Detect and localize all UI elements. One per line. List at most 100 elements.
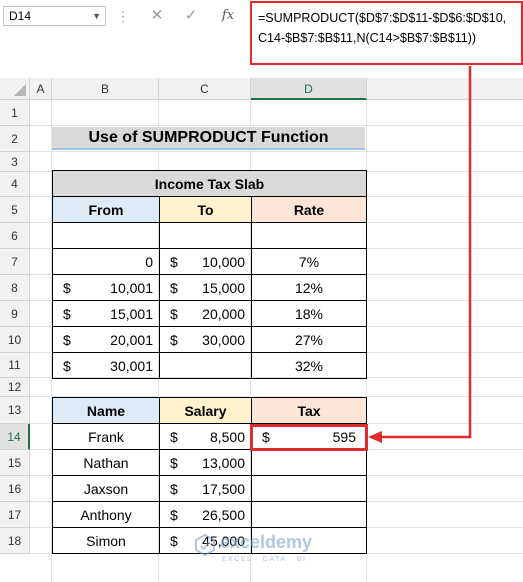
currency-symbol: $ — [170, 279, 178, 296]
slab-to-cell[interactable]: $30,000 — [159, 326, 252, 353]
row-header-12[interactable]: 12 — [0, 378, 30, 397]
header-from: From — [52, 196, 160, 223]
slab-from-cell[interactable]: $15,001 — [52, 300, 160, 327]
watermark-icon — [195, 534, 215, 556]
slab-to-cell[interactable] — [159, 352, 252, 379]
cancel-icon[interactable]: ✕ — [148, 6, 166, 26]
column-header-a[interactable]: A — [30, 78, 52, 100]
employee-name-cell[interactable]: Anthony — [52, 501, 160, 528]
row-header-10[interactable]: 10 — [0, 327, 30, 353]
currency-symbol: $ — [170, 428, 178, 445]
row-header-13[interactable]: 13 — [0, 397, 30, 424]
salary-value: 26,500 — [202, 506, 245, 523]
salary-cell[interactable]: $8,500 — [159, 423, 252, 450]
row-header-5[interactable]: 5 — [0, 197, 30, 223]
row-header-4[interactable]: 4 — [0, 172, 30, 197]
slab-from-value: 10,001 — [110, 279, 153, 296]
slab-from-cell[interactable]: 0 — [52, 248, 160, 275]
select-all-icon[interactable] — [0, 78, 30, 100]
selected-cell-d14[interactable] — [250, 424, 368, 451]
slab-rate-cell[interactable]: 27% — [251, 326, 367, 353]
slab-to-value: 15,000 — [202, 279, 245, 296]
slab-from-cell[interactable]: $20,001 — [52, 326, 160, 353]
row-header-6[interactable]: 6 — [0, 223, 30, 249]
slab-to-cell[interactable]: $10,000 — [159, 248, 252, 275]
currency-symbol: $ — [63, 305, 71, 322]
row-header-14[interactable]: 14 — [0, 424, 30, 450]
tax-cell[interactable] — [251, 449, 367, 476]
salary-value: 17,500 — [202, 480, 245, 497]
employee-name-cell[interactable]: Frank — [52, 423, 160, 450]
enter-icon[interactable]: ✓ — [182, 6, 200, 26]
slab-from-value: 20,001 — [110, 331, 153, 348]
salary-cell[interactable]: $26,500 — [159, 501, 252, 528]
currency-symbol: $ — [170, 305, 178, 322]
slab-to-value: 30,000 — [202, 331, 245, 348]
currency-symbol: $ — [170, 331, 178, 348]
row-header-16[interactable]: 16 — [0, 476, 30, 502]
drag-handle-icon[interactable]: ⋮ — [116, 6, 130, 26]
name-box-value: D14 — [9, 9, 32, 23]
slab-to-value: 10,000 — [202, 253, 245, 270]
row-header-1[interactable]: 1 — [0, 100, 30, 126]
column-header-b[interactable]: B — [52, 78, 159, 100]
row-header-11[interactable]: 11 — [0, 353, 30, 378]
tax-cell[interactable] — [251, 501, 367, 528]
slab-rate-cell[interactable] — [251, 222, 367, 249]
page-title: Use of SUMPRODUCT Function — [52, 127, 365, 150]
slab-rate-cell[interactable]: 7% — [251, 248, 367, 275]
gridline-row — [30, 151, 523, 152]
watermark-tagline: EXCEL · DATA · BI — [222, 556, 307, 563]
salary-cell[interactable]: $17,500 — [159, 475, 252, 502]
employee-name-cell[interactable]: Jaxson — [52, 475, 160, 502]
formula-line-2: C14-$B$7:$B$11,N(C14>$B$7:$B$11)) — [258, 31, 477, 45]
header-name: Name — [52, 397, 160, 424]
currency-symbol: $ — [170, 532, 178, 549]
slab-to-cell[interactable]: $15,000 — [159, 274, 252, 301]
row-header-15[interactable]: 15 — [0, 450, 30, 476]
currency-symbol: $ — [170, 480, 178, 497]
currency-symbol: $ — [63, 279, 71, 296]
salary-cell[interactable]: $13,000 — [159, 449, 252, 476]
column-header-d[interactable]: D — [251, 78, 367, 100]
function-icon[interactable]: fx — [216, 6, 240, 26]
slab-rate-cell[interactable]: 18% — [251, 300, 367, 327]
row-header-7[interactable]: 7 — [0, 249, 30, 275]
header-salary: Salary — [159, 397, 252, 424]
slab-to-cell[interactable]: $20,000 — [159, 300, 252, 327]
header-rate: Rate — [251, 196, 367, 223]
salary-value: 13,000 — [202, 454, 245, 471]
row-header-18[interactable]: 18 — [0, 528, 30, 554]
slab-from-value: 0 — [145, 253, 153, 270]
slab-from-value: 30,001 — [110, 357, 153, 374]
slab-from-cell[interactable]: $30,001 — [52, 352, 160, 379]
employee-name-cell[interactable]: Nathan — [52, 449, 160, 476]
currency-symbol: $ — [170, 506, 178, 523]
row-header-9[interactable]: 9 — [0, 301, 30, 327]
slab-from-cell[interactable] — [52, 222, 160, 249]
dropdown-arrow-icon[interactable]: ▼ — [92, 7, 101, 25]
slab-from-cell[interactable]: $10,001 — [52, 274, 160, 301]
row-header-3[interactable]: 3 — [0, 152, 30, 172]
employee-name-cell[interactable]: Simon — [52, 527, 160, 554]
slab-rate-cell[interactable]: 32% — [251, 352, 367, 379]
currency-symbol: $ — [63, 331, 71, 348]
watermark-name: exceldemy — [220, 532, 313, 552]
gridline-row — [30, 125, 523, 126]
name-box[interactable]: D14 ▼ — [3, 6, 106, 26]
formula-input[interactable]: =SUMPRODUCT($D$7:$D$11-$D$6:$D$10, C14-$… — [250, 1, 523, 65]
row-header-2[interactable]: 2 — [0, 126, 30, 152]
tax-cell[interactable] — [251, 475, 367, 502]
slab-rate-cell[interactable]: 12% — [251, 274, 367, 301]
slab-to-value: 20,000 — [202, 305, 245, 322]
row-header-17[interactable]: 17 — [0, 502, 30, 528]
row-header-8[interactable]: 8 — [0, 275, 30, 301]
currency-symbol: $ — [63, 357, 71, 374]
header-tax: Tax — [251, 397, 367, 424]
formula-line-1: =SUMPRODUCT($D$7:$D$11-$D$6:$D$10, — [258, 11, 507, 25]
slab-to-cell[interactable] — [159, 222, 252, 249]
column-header-empty — [367, 78, 523, 100]
column-header-c[interactable]: C — [159, 78, 251, 100]
watermark-logo: exceldemy EXCEL · DATA · BI — [190, 530, 350, 574]
header-to: To — [159, 196, 252, 223]
